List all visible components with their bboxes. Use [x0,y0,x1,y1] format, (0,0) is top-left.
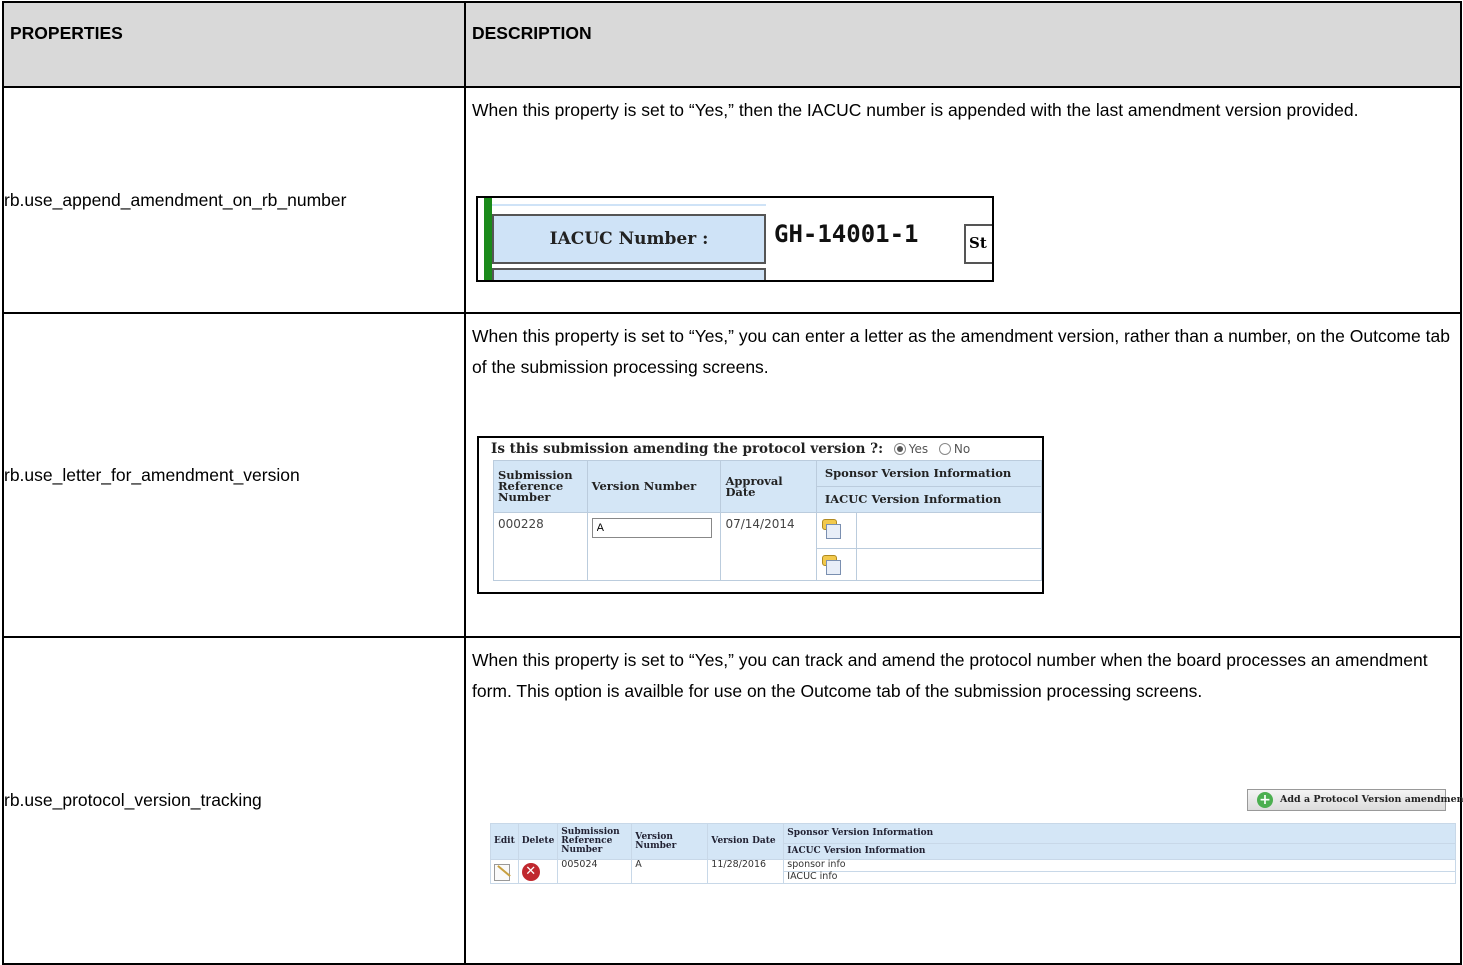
version-cell [586,512,722,581]
header-properties-text: PROPERTIES [10,23,123,43]
col-version-number: Version Number [631,823,709,860]
description-text: When this property is set to “Yes,” you … [472,650,1428,701]
plus-icon: + [1257,792,1273,808]
header-description: DESCRIPTION [464,1,1462,88]
sponsor-note-cell [815,512,857,549]
property-name-text: rb.use_letter_for_amendment_version [4,464,300,485]
version-number-input[interactable] [591,518,712,538]
iacuc-number-screenshot: IACUC Number : GH-14001-1 St [476,196,994,282]
col-submission-ref: Submission Reference Number [493,460,588,513]
radio-no-label: No [953,442,971,456]
amendment-version-screenshot: Is this submission amending the protocol… [477,436,1044,594]
iacuc-note-cell [815,548,857,581]
add-protocol-version-button[interactable]: + Add a Protocol Version amendment [1247,789,1463,811]
col-sponsor-version: Sponsor Version Information [815,460,1042,487]
table-row: rb.use_protocol_version_tracking When th… [2,636,1462,965]
sponsor-info-value: sponsor info [783,859,1457,872]
iacuc-info-value: IACUC info [783,871,1457,884]
property-name: rb.use_protocol_version_tracking [2,636,466,965]
description-text: When this property is set to “Yes,” you … [472,326,1450,377]
col-submission-ref: Submission Reference Number [557,823,633,860]
table-row: 000228 07/14/2014 [493,512,1042,581]
col-iacuc-version: IACUC Version Information [815,486,1042,513]
add-protocol-version-label: Add a Protocol Version amendment [1280,794,1463,805]
sponsor-info-cell [855,512,1042,549]
radio-yes-label: Yes [908,442,929,456]
delete-cell: ✕ [517,859,559,884]
property-name-text: rb.use_append_amendment_on_rb_number [4,189,347,210]
property-name: rb.use_letter_for_amendment_version [2,312,466,638]
property-name-text: rb.use_protocol_version_tracking [4,790,262,810]
table-row: ✕ 005024 A 11/28/2016 sponsor info [490,859,1457,884]
radio-no[interactable] [938,442,951,455]
header-description-text: DESCRIPTION [472,23,592,43]
header-properties: PROPERTIES [2,1,466,88]
amending-question: Is this submission amending the protocol… [491,441,970,457]
col-version-date: Version Date [707,823,785,860]
green-status-bar [484,198,492,280]
col-version-number: Version Number [586,460,722,513]
col-delete: Delete [517,823,559,860]
submission-ref-value: 000228 [493,512,588,581]
edit-icon[interactable] [494,863,511,881]
delete-icon[interactable]: ✕ [521,863,540,881]
col-approval-date: Approval Date [720,460,817,513]
radio-yes[interactable] [893,442,906,455]
submission-ref-value: 005024 [557,859,633,884]
version-date-value: 11/28/2016 [707,859,785,884]
label-divider [492,204,766,206]
description-text: When this property is set to “Yes,” then… [472,100,1359,120]
approval-date-value: 07/14/2014 [720,512,817,581]
clipped-status-label: St [964,224,992,264]
iacuc-number-value: GH-14001-1 [774,220,919,248]
col-sponsor-version: Sponsor Version Information [783,823,1457,844]
iacuc-number-label: IACUC Number : [492,214,766,264]
version-number-value: A [631,859,709,884]
note-icon[interactable] [821,555,841,575]
col-edit: Edit [490,823,519,860]
property-name: rb.use_append_amendment_on_rb_number [2,86,466,314]
version-grid: Submission Reference Number Version Numb… [493,460,1042,581]
table-header-row: PROPERTIES DESCRIPTION [2,1,1462,88]
edit-cell [490,859,519,884]
amending-question-text: Is this submission amending the protocol… [491,441,884,457]
protocol-version-grid: Edit Delete Submission Reference Number … [490,823,1457,884]
iacuc-info-cell [855,548,1042,581]
col-iacuc-version: IACUC Version Information [783,843,1457,860]
note-icon[interactable] [821,519,841,539]
next-label-box [492,268,766,280]
